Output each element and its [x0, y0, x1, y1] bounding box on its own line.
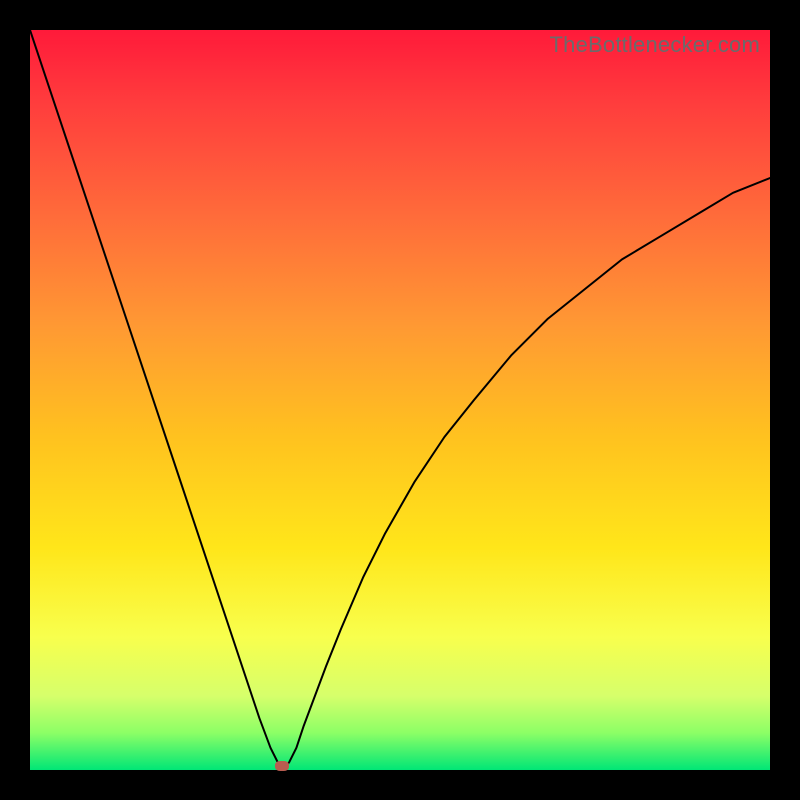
plot-area: TheBottlenecker.com [30, 30, 770, 770]
chart-frame: TheBottlenecker.com [0, 0, 800, 800]
bottleneck-curve [30, 30, 770, 770]
minimum-marker [275, 761, 289, 771]
